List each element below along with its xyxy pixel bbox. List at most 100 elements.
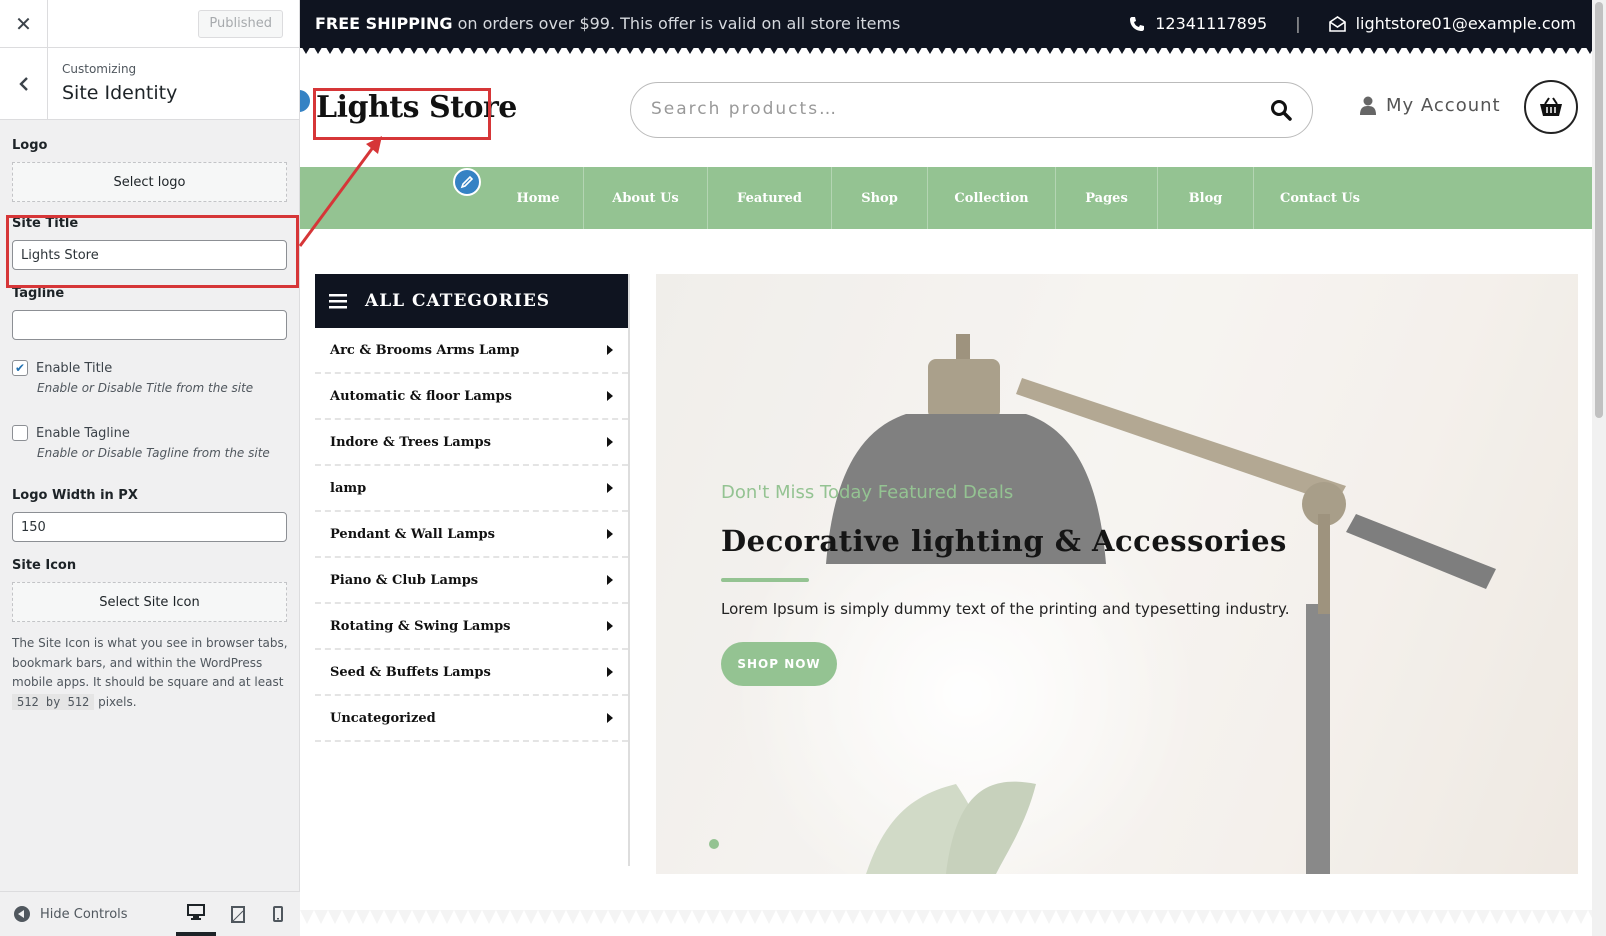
- category-item[interactable]: Arc & Brooms Arms Lamp: [315, 328, 628, 374]
- checkbox-icon[interactable]: [12, 425, 28, 441]
- phone-icon: [1129, 16, 1145, 32]
- enable-tagline-label: Enable Tagline: [36, 425, 130, 441]
- hero-overlay: [656, 274, 1578, 874]
- select-site-icon-button[interactable]: Select Site Icon: [12, 582, 287, 622]
- categories-header[interactable]: ALL CATEGORIES: [315, 274, 628, 328]
- caret-right-icon: [607, 483, 613, 493]
- hero-title: Decorative lighting & Accessories: [721, 524, 1287, 558]
- top-bar: FREE SHIPPING on orders over $99. This o…: [300, 0, 1592, 48]
- nav-item-featured[interactable]: Featured: [708, 167, 832, 229]
- caret-right-icon: [607, 391, 613, 401]
- category-item[interactable]: Rotating & Swing Lamps: [315, 604, 628, 650]
- bottom-zigzag: [300, 910, 1592, 924]
- category-item[interactable]: Uncategorized: [315, 696, 628, 742]
- search-icon[interactable]: [1270, 99, 1292, 125]
- category-label: Pendant & Wall Lamps: [330, 526, 495, 542]
- enable-title-description: Enable or Disable Title from the site: [37, 381, 254, 395]
- zigzag-border: [300, 44, 1592, 54]
- checkmark-icon[interactable]: ✔: [12, 360, 28, 376]
- nav-item-blog[interactable]: Blog: [1158, 167, 1254, 229]
- enable-title-label: Enable Title: [36, 360, 113, 376]
- user-icon: [1360, 96, 1376, 115]
- category-item[interactable]: Seed & Buffets Lamps: [315, 650, 628, 696]
- select-logo-button[interactable]: Select logo: [12, 162, 287, 202]
- section-title: Site Identity: [62, 82, 178, 104]
- categories-panel: ALL CATEGORIES Arc & Brooms Arms Lamp Aut…: [315, 274, 630, 866]
- nav-item-shop[interactable]: Shop: [832, 167, 928, 229]
- phone-number[interactable]: 12341117895: [1155, 14, 1267, 33]
- category-item[interactable]: Pendant & Wall Lamps: [315, 512, 628, 558]
- categories-title: ALL CATEGORIES: [365, 291, 551, 311]
- section-header: Customizing Site Identity: [0, 48, 299, 120]
- edit-shortcut-icon[interactable]: [300, 88, 312, 114]
- category-label: Indore & Trees Lamps: [330, 434, 491, 450]
- category-label: Seed & Buffets Lamps: [330, 664, 491, 680]
- customizer-sidebar: ✕ Published Customizing Site Identity Lo…: [0, 0, 300, 936]
- category-label: lamp: [330, 480, 367, 496]
- my-account-label: My Account: [1386, 95, 1501, 116]
- hero-underline: [721, 578, 809, 582]
- enable-tagline-checkbox[interactable]: Enable Tagline: [12, 425, 287, 441]
- nav-item-home[interactable]: Home: [493, 167, 584, 229]
- site-icon-help-end: pixels.: [98, 694, 137, 709]
- site-icon-help-text: The Site Icon is what you see in browser…: [12, 636, 288, 689]
- site-icon-label: Site Icon: [12, 558, 77, 573]
- mobile-preview-icon[interactable]: [258, 892, 298, 936]
- promo-rest: on orders over $99. This offer is valid …: [457, 14, 901, 33]
- email-address[interactable]: lightstore01@example.com: [1356, 14, 1576, 33]
- hide-controls-button[interactable]: Hide Controls: [14, 906, 128, 922]
- category-item[interactable]: lamp: [315, 466, 628, 512]
- enable-title-checkbox[interactable]: ✔ Enable Title: [12, 360, 287, 376]
- hero-slider: Don't Miss Today Featured Deals Decorati…: [656, 274, 1578, 874]
- site-title-highlight: [6, 215, 299, 288]
- caret-right-icon: [607, 575, 613, 585]
- caret-right-icon: [607, 345, 613, 355]
- site-preview: FREE SHIPPING on orders over $99. This o…: [300, 0, 1606, 936]
- nav-item-pages[interactable]: Pages: [1056, 167, 1158, 229]
- enable-tagline-description: Enable or Disable Tagline from the site: [37, 446, 270, 460]
- category-item[interactable]: Piano & Club Lamps: [315, 558, 628, 604]
- tablet-preview-icon[interactable]: [218, 892, 258, 936]
- slider-dot[interactable]: [709, 839, 719, 849]
- shop-now-button[interactable]: SHOP NOW: [721, 642, 837, 686]
- cart-basket-icon[interactable]: [1524, 80, 1578, 134]
- close-icon[interactable]: ✕: [0, 0, 48, 47]
- customizer-header: ✕ Published: [0, 0, 299, 48]
- back-icon[interactable]: [0, 48, 48, 119]
- desktop-preview-icon[interactable]: [176, 892, 216, 936]
- caret-right-icon: [607, 529, 613, 539]
- promo-bold: FREE SHIPPING: [315, 14, 453, 33]
- nav-item-collection[interactable]: Collection: [928, 167, 1056, 229]
- search-bar[interactable]: Search products…: [630, 82, 1313, 138]
- collapse-icon: [14, 906, 30, 922]
- logo-width-input[interactable]: [12, 512, 287, 542]
- hamburger-icon: [329, 293, 347, 309]
- hero-text: Lorem Ipsum is simply dummy text of the …: [721, 600, 1290, 618]
- tagline-input[interactable]: [12, 310, 287, 340]
- hide-controls-label: Hide Controls: [40, 906, 128, 922]
- caret-right-icon: [607, 713, 613, 723]
- search-input[interactable]: Search products…: [651, 99, 838, 119]
- logo-label: Logo: [12, 138, 48, 153]
- topbar-divider: |: [1295, 14, 1301, 33]
- edit-menu-icon[interactable]: [453, 168, 481, 196]
- logo-width-label: Logo Width in PX: [12, 488, 138, 503]
- caret-right-icon: [607, 621, 613, 631]
- preview-scrollbar[interactable]: [1592, 0, 1606, 936]
- my-account-link[interactable]: My Account: [1360, 95, 1501, 116]
- scrollbar-thumb[interactable]: [1595, 2, 1603, 418]
- category-item[interactable]: Indore & Trees Lamps: [315, 420, 628, 466]
- nav-item-contact-us[interactable]: Contact Us: [1254, 167, 1386, 229]
- main-navigation: Home About Us Featured Shop Collection Pages B…: [300, 167, 1592, 229]
- site-icon-size: 512 by 512: [12, 693, 95, 710]
- category-item[interactable]: Automatic & floor Lamps: [315, 374, 628, 420]
- hero-subtitle: Don't Miss Today Featured Deals: [721, 482, 1014, 503]
- published-button[interactable]: Published: [198, 10, 283, 38]
- caret-right-icon: [607, 437, 613, 447]
- nav-item-about-us[interactable]: About Us: [584, 167, 708, 229]
- categories-list: Arc & Brooms Arms Lamp Automatic & floor …: [315, 328, 628, 742]
- promo-text: FREE SHIPPING on orders over $99. This o…: [315, 14, 900, 33]
- tagline-label: Tagline: [12, 286, 65, 301]
- category-label: Piano & Club Lamps: [330, 572, 479, 588]
- caret-right-icon: [607, 667, 613, 677]
